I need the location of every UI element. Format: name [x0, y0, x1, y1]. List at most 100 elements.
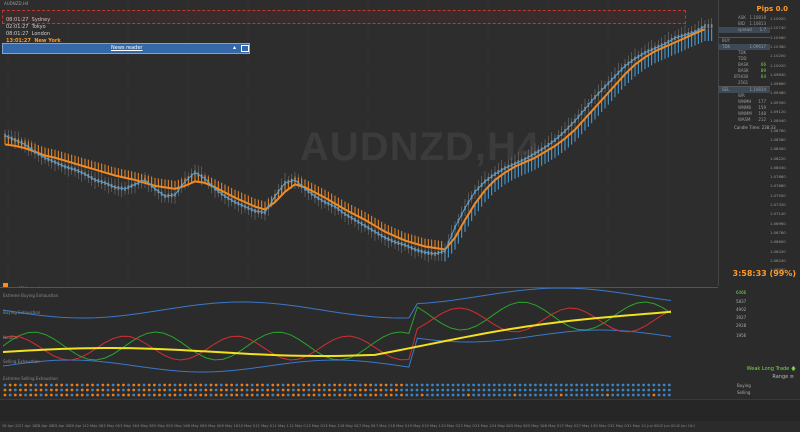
signal-dot — [585, 383, 589, 387]
time-axis-label: 19 May 00:00 — [407, 424, 424, 428]
signal-dot — [508, 388, 512, 392]
signal-dot — [487, 383, 491, 387]
price-chart[interactable]: AUDNZD,H4 AUDNZD,H4 08:01:27 Sydney 02:0… — [0, 0, 719, 292]
signal-dot — [667, 388, 671, 392]
symbol-caption: AUDNZD,H4 — [4, 1, 29, 6]
signal-dot — [534, 393, 537, 397]
signal-dot — [24, 383, 27, 387]
signal-dot — [116, 388, 120, 392]
signal-dot — [286, 383, 290, 387]
signal-dot — [281, 383, 285, 387]
time-axis-label: 13 May 16:00 — [322, 424, 340, 428]
chart-window: AUDNZD,H4 AUDNZD,H4 08:01:27 Sydney 02:0… — [0, 0, 800, 428]
signal-dot — [369, 388, 373, 392]
minimize-icon[interactable]: ▴ — [233, 44, 236, 51]
signal-dot — [456, 393, 460, 397]
signal-dot — [24, 388, 27, 392]
signal-dot — [106, 393, 110, 397]
signal-dot — [276, 383, 280, 387]
restore-window-icon[interactable] — [241, 45, 249, 52]
time-axis-label: 5 May 00:00 — [154, 424, 171, 428]
signal-dot — [132, 388, 136, 392]
countdown-timer: 3:58:33 (99%) — [732, 269, 796, 278]
signal-dot — [477, 383, 481, 387]
signal-dot — [338, 383, 342, 387]
signal-dot — [395, 388, 398, 392]
price-axis-tick: 1.06960 — [770, 220, 786, 226]
osc-axis-tick: 4902 — [736, 307, 747, 312]
signal-dot — [384, 388, 388, 392]
signal-dot — [8, 388, 12, 392]
signal-dot — [477, 388, 481, 392]
signal-dot — [29, 383, 33, 387]
signal-dot — [276, 393, 280, 397]
osc-axis-tick: 5837 — [736, 299, 747, 304]
signal-dot — [353, 393, 357, 397]
stat-row: WASM 212 — [738, 117, 766, 122]
signal-dot — [662, 388, 666, 392]
signal-dot — [317, 383, 321, 387]
price-axis-tick: 1.06240 — [770, 257, 786, 263]
signal-dot — [492, 383, 496, 387]
time-axis-label: 11 May 16:00 — [272, 424, 289, 428]
signal-dot — [214, 383, 218, 387]
signal-dot — [152, 393, 156, 397]
price-axis-tick: 1.06780 — [770, 229, 786, 235]
signal-dot — [662, 383, 666, 387]
signal-dot — [637, 393, 640, 397]
signal-dot — [189, 388, 192, 392]
signal-dot — [554, 393, 558, 397]
signal-dot — [261, 388, 264, 392]
signal-dot — [55, 388, 58, 392]
signal-dot — [477, 393, 481, 397]
price-axis-tick: 1.10020 — [770, 62, 786, 68]
time-axis-label: 25 May 00:00 — [508, 424, 526, 428]
signal-dot — [472, 383, 476, 387]
signal-dot — [91, 388, 94, 392]
signal-dot — [554, 383, 558, 387]
osc-label-neutral: Neutral — [3, 335, 18, 340]
signal-dot — [65, 393, 69, 397]
signal-dot — [389, 383, 393, 387]
news-reader-bar[interactable]: News reader ▴ — [2, 43, 250, 54]
exhaustion-oscillator[interactable]: Extreme Buying Exhaustion Buying Exhaust… — [0, 287, 718, 383]
signal-dot — [266, 393, 270, 397]
signal-dot — [652, 388, 656, 392]
signal-dot — [601, 383, 604, 387]
signal-dot — [49, 383, 53, 387]
time-axis-label: 17 May 16:00 — [373, 424, 391, 428]
buy-stats-block: BUY TDK 1.09617 TDK TDD BASK 66 BASK 89 BTH… — [718, 37, 770, 86]
signal-dot — [338, 393, 342, 397]
signal-dot — [482, 383, 486, 387]
signal-dot — [91, 393, 94, 397]
signal-dot — [230, 383, 234, 387]
signal-dot — [297, 383, 300, 387]
strip-label-selling: Selling — [737, 390, 751, 395]
signal-dot — [575, 383, 579, 387]
signal-dot — [302, 393, 306, 397]
signal-dot — [446, 383, 450, 387]
signal-dot — [420, 388, 424, 392]
signal-dot-strip: Buying Selling — [0, 382, 800, 398]
signal-dot — [534, 383, 537, 387]
time-axis-label: 10 May 08:00 — [238, 424, 256, 428]
signal-dot — [65, 388, 69, 392]
alert-zone-box[interactable] — [2, 10, 686, 24]
signal-dot — [528, 383, 532, 387]
signal-dot — [611, 393, 615, 397]
signal-dot — [158, 388, 161, 392]
signal-dot — [374, 388, 378, 392]
price-axis-tick: 1.08940 — [770, 118, 786, 124]
signal-dot — [127, 383, 130, 387]
signal-dot — [575, 393, 579, 397]
signal-dot — [580, 388, 584, 392]
signal-dot — [446, 393, 450, 397]
signal-dot — [570, 383, 573, 387]
signal-dot — [590, 388, 594, 392]
signal-dot — [343, 393, 347, 397]
signal-dot — [302, 388, 306, 392]
signal-dot — [400, 393, 403, 397]
signal-dot — [101, 383, 105, 387]
signal-dot — [611, 388, 615, 392]
signal-dot — [379, 393, 383, 397]
